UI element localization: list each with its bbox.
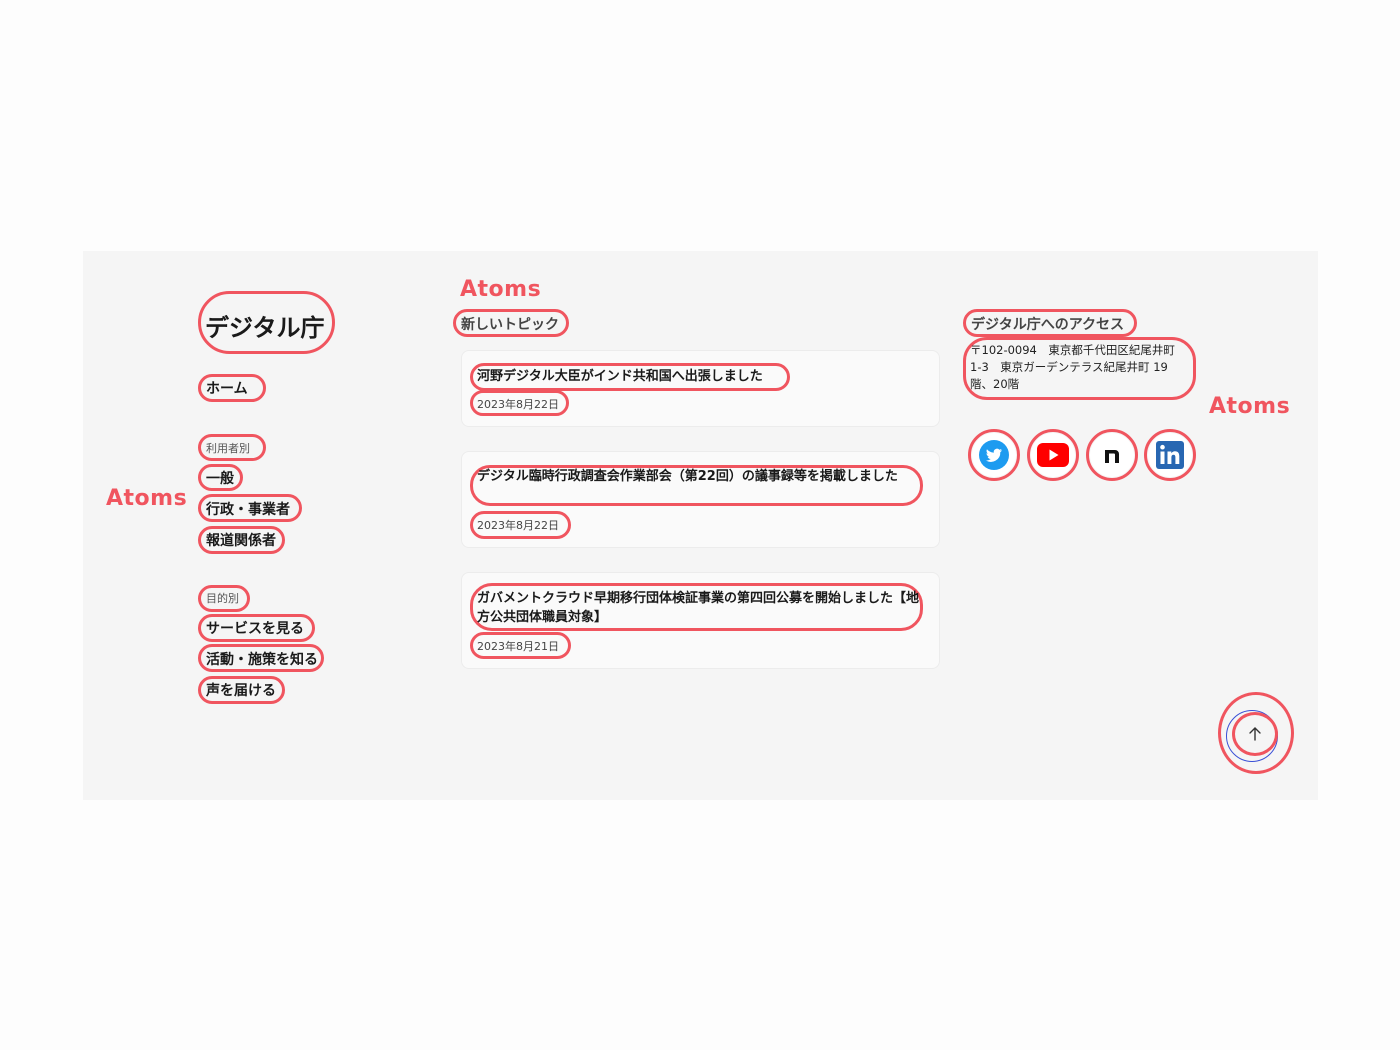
nav-activities-link[interactable]: 活動・施策を知る [206, 649, 318, 669]
topics-heading: 新しいトピック [461, 317, 559, 333]
back-to-top-button[interactable] [1232, 712, 1278, 756]
nav-general-link[interactable]: 一般 [206, 468, 234, 488]
access-address: 〒102-0094 東京都千代田区紀尾井町1-3 東京ガーデンテラス紀尾井町 1… [970, 343, 1175, 391]
annotation-label-center: Atoms [460, 277, 542, 302]
annotation-label-left: Atoms [106, 486, 188, 511]
nav-admin-business-link[interactable]: 行政・事業者 [206, 499, 290, 519]
topic-date: 2023年8月22日 [477, 398, 559, 411]
social-outline [1144, 429, 1196, 481]
social-outline [1027, 429, 1079, 481]
topic-date: 2023年8月22日 [477, 519, 559, 532]
topic-date: 2023年8月21日 [477, 640, 559, 653]
social-outline [1086, 429, 1138, 481]
nav-feedback-link[interactable]: 声を届ける [206, 680, 276, 700]
nav-services-link[interactable]: サービスを見る [206, 618, 304, 638]
nav-home-link[interactable]: ホーム [206, 378, 248, 398]
topic-title-link[interactable]: デジタル臨時行政調査会作業部会（第22回）の議事録等を掲載しました [477, 468, 919, 486]
topic-title-link[interactable]: 河野デジタル大臣がインド共和国へ出張しました [477, 367, 763, 386]
topic-title-link[interactable]: ガバメントクラウド早期移行団体検証事業の第四回公募を開始しました【地方公共団体職… [477, 589, 919, 627]
social-youtube-link[interactable] [1027, 429, 1079, 481]
social-note-link[interactable] [1086, 429, 1138, 481]
access-heading: デジタル庁へのアクセス [971, 317, 1125, 333]
nav-group-by-purpose-heading: 目的別 [206, 592, 239, 605]
arrow-up-icon [1249, 727, 1261, 741]
social-twitter-link[interactable] [968, 429, 1020, 481]
annotation-label-right: Atoms [1209, 394, 1291, 419]
nav-group-by-user-heading: 利用者別 [206, 442, 250, 455]
social-linkedin-link[interactable] [1144, 429, 1196, 481]
site-logo[interactable]: デジタル庁 [205, 308, 325, 343]
nav-press-link[interactable]: 報道関係者 [206, 530, 276, 550]
social-outline [968, 429, 1020, 481]
